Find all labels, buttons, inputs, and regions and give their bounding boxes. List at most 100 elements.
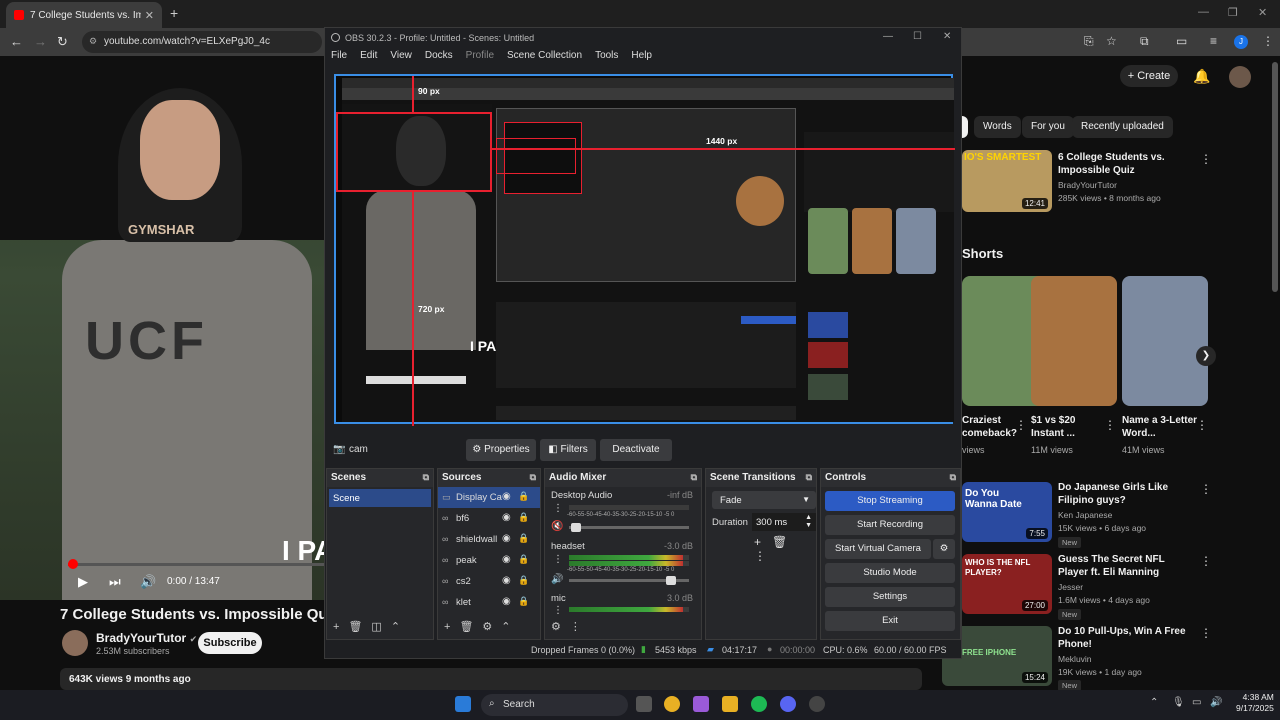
menu-docks[interactable]: Docks: [425, 50, 453, 64]
add-scene-icon[interactable]: +: [333, 621, 348, 633]
start-windows-icon[interactable]: [455, 696, 471, 712]
short-thumbnail[interactable]: [1122, 276, 1208, 406]
visibility-eye-icon[interactable]: ◉: [502, 512, 511, 523]
mixer-menu-icon[interactable]: ⋮: [553, 605, 563, 616]
subscribe-button[interactable]: Subscribe: [198, 632, 262, 654]
new-tab-icon[interactable]: +: [170, 5, 178, 21]
scene-item[interactable]: Scene: [329, 489, 431, 507]
more-actions-icon[interactable]: ⋮: [1200, 482, 1212, 496]
visibility-eye-icon[interactable]: ◉: [502, 575, 511, 586]
deactivate-button[interactable]: Deactivate: [600, 439, 672, 461]
start-virtual-camera-button[interactable]: Start Virtual Camera: [825, 539, 931, 559]
volume-slider[interactable]: [569, 523, 689, 532]
notifications-bell-icon[interactable]: 🔔: [1193, 68, 1210, 85]
tray-overflow-icon[interactable]: ⌃: [1150, 697, 1158, 708]
install-app-icon[interactable]: ⎘: [1084, 34, 1094, 49]
microphone-icon[interactable]: 🎙: [1172, 697, 1185, 708]
rec-thumbnail[interactable]: IO'S SMARTEST 12:41: [962, 150, 1052, 212]
rec-channel[interactable]: BradyYourTutor: [1058, 180, 1117, 190]
play-icon[interactable]: ▶: [78, 574, 88, 590]
more-actions-icon[interactable]: ⋮: [1200, 626, 1212, 640]
rec-channel[interactable]: Jesser: [1058, 582, 1083, 592]
duration-input[interactable]: 300 ms ▲ ▼: [752, 513, 816, 531]
undock-icon[interactable]: ⧉: [423, 472, 429, 483]
lock-icon[interactable]: 🔒: [518, 533, 529, 544]
next-icon[interactable]: ⏭: [109, 574, 121, 590]
chip-recently-uploaded[interactable]: Recently uploaded: [1072, 116, 1173, 138]
extensions-icon[interactable]: ⧉: [1140, 34, 1149, 49]
progress-scrubber[interactable]: [68, 559, 78, 569]
back-icon[interactable]: ←: [10, 34, 23, 49]
mixer-menu-icon[interactable]: ⋮: [553, 554, 563, 565]
rec-thumbnail[interactable]: Do You Wanna Date 7:55: [962, 482, 1052, 542]
speaker-icon[interactable]: 🔊: [551, 574, 563, 585]
more-actions-icon[interactable]: ⋮: [1196, 418, 1208, 432]
taskbar-clock[interactable]: 4:38 AM 9/17/2025: [1236, 692, 1274, 714]
obs-maximize-icon[interactable]: ☐: [913, 31, 922, 42]
video-description-box[interactable]: 643K views 9 months ago: [60, 668, 922, 690]
rec-title[interactable]: Guess The Secret NFL Player ft. Eli Mann…: [1058, 553, 1194, 579]
forward-icon[interactable]: →: [34, 34, 47, 49]
browser-tab[interactable]: 7 College Students vs. Impossib ✕: [6, 2, 162, 28]
visibility-eye-icon[interactable]: ◉: [502, 554, 511, 565]
stepper-icon[interactable]: ▲ ▼: [805, 514, 812, 530]
taskbar-search[interactable]: ⌕ Search: [481, 694, 628, 716]
lock-icon[interactable]: 🔒: [518, 554, 529, 565]
source-item[interactable]: ∞ shieldwall ◉ 🔒: [438, 529, 540, 550]
volume-slider[interactable]: [569, 576, 689, 585]
media-control-icon[interactable]: ≡: [1210, 34, 1217, 48]
lock-icon[interactable]: 🔒: [518, 575, 529, 586]
volume-icon[interactable]: 🔊: [140, 574, 156, 590]
source-item[interactable]: ∞ cs2 ◉ 🔒: [438, 571, 540, 592]
task-view-icon[interactable]: [636, 696, 652, 712]
visibility-eye-icon[interactable]: ◉: [502, 596, 511, 607]
rec-channel[interactable]: Mekluvin: [1058, 654, 1092, 664]
visibility-eye-icon[interactable]: ◉: [502, 491, 511, 502]
menu-tools[interactable]: Tools: [595, 50, 618, 64]
undock-icon[interactable]: ⧉: [806, 472, 812, 483]
source-item[interactable]: ∞ klet ◉ 🔒: [438, 592, 540, 613]
rec-thumbnail[interactable]: WHO IS THE NFL PLAYER? 27:00: [962, 554, 1052, 614]
move-up-icon[interactable]: ⌃: [501, 621, 519, 633]
lock-icon[interactable]: 🔒: [518, 596, 529, 607]
menu-view[interactable]: View: [390, 50, 412, 64]
lock-icon[interactable]: 🔒: [518, 491, 529, 502]
file-explorer-icon[interactable]: [722, 696, 738, 712]
youtube-account-avatar[interactable]: [1229, 66, 1251, 88]
browser-menu-icon[interactable]: ⋮: [1262, 34, 1274, 48]
filters-button[interactable]: ◧ Filters: [540, 439, 596, 461]
move-up-icon[interactable]: ⌃: [391, 621, 409, 633]
exit-button[interactable]: Exit: [825, 611, 955, 631]
crop-box[interactable]: [336, 112, 492, 192]
site-info-icon[interactable]: ⚙: [89, 36, 97, 47]
short-title[interactable]: $1 vs $20 Instant ...: [1031, 414, 1107, 440]
undock-icon[interactable]: ⧉: [950, 472, 956, 483]
mixer-more-icon[interactable]: ⋮: [570, 621, 590, 633]
undock-icon[interactable]: ⧉: [530, 472, 536, 483]
lock-icon[interactable]: 🔒: [518, 512, 529, 523]
profile-avatar[interactable]: J: [1234, 35, 1248, 49]
start-recording-button[interactable]: Start Recording: [825, 515, 955, 535]
remove-source-icon[interactable]: 🗑: [459, 621, 482, 633]
visibility-eye-icon[interactable]: ◉: [502, 533, 511, 544]
menu-profile[interactable]: Profile: [466, 50, 494, 64]
properties-button[interactable]: ⚙ Properties: [466, 439, 536, 461]
mixer-menu-icon[interactable]: ⋮: [553, 503, 563, 514]
channel-name[interactable]: BradyYourTutor ✔: [96, 631, 197, 645]
maximize-icon[interactable]: ❐: [1228, 6, 1238, 19]
transition-select[interactable]: Fade ▼: [712, 491, 816, 509]
speaker-tray-icon[interactable]: 🔊: [1210, 697, 1222, 708]
reload-icon[interactable]: ↻: [57, 34, 68, 50]
chrome-icon[interactable]: [664, 696, 680, 712]
short-thumbnail[interactable]: [1031, 276, 1117, 406]
obs-taskbar-icon[interactable]: [809, 696, 825, 712]
rec-title[interactable]: Do 10 Pull-Ups, Win A Free Phone!: [1058, 625, 1194, 651]
close-window-icon[interactable]: ✕: [1258, 6, 1267, 19]
rec-channel[interactable]: Ken Japanese: [1058, 510, 1112, 520]
close-tab-icon[interactable]: ✕: [145, 9, 154, 22]
chip-for-you[interactable]: For you: [1022, 116, 1074, 138]
scene-filters-icon[interactable]: ◫: [371, 621, 390, 633]
muted-speaker-icon[interactable]: 🔇: [551, 521, 563, 532]
url-bar[interactable]: ⚙ youtube.com/watch?v=ELXePgJ0_4c: [82, 31, 322, 53]
transition-more-icon[interactable]: ⋮: [754, 549, 777, 563]
